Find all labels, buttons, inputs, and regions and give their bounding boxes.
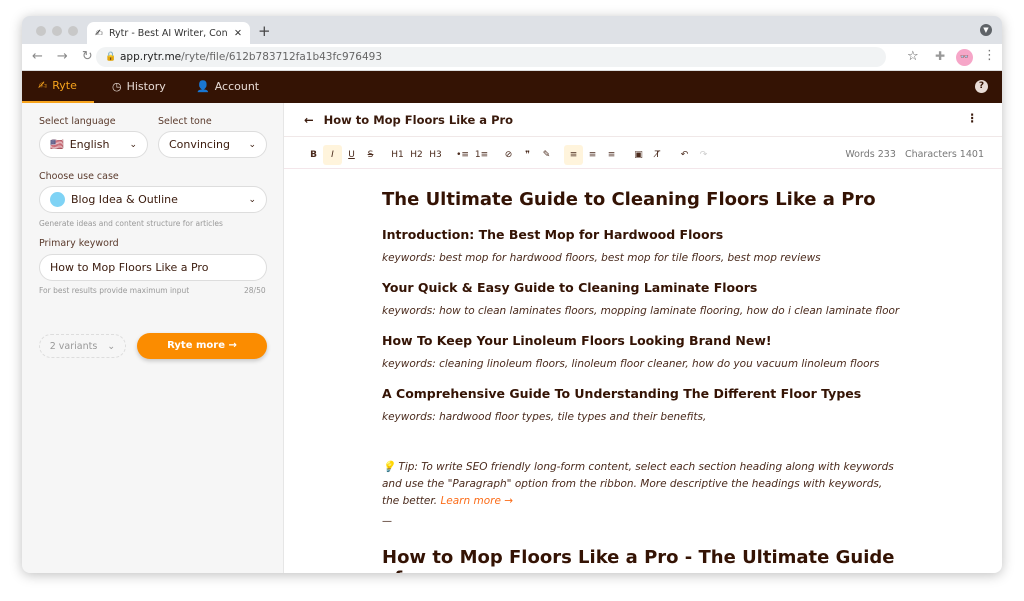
strikethrough-button[interactable]: S: [361, 145, 380, 165]
url-input[interactable]: 🔒 app.rytr.me/ryte/file/612b783712fa1b43f…: [96, 47, 886, 67]
tab-bar: ✍ Rytr - Best AI Writer, Content Generat…: [22, 16, 1002, 44]
nav-history[interactable]: ◷ History: [112, 71, 166, 103]
chevron-down-icon: ⌄: [129, 139, 137, 150]
next-heading: How to Mop Floors Like a Pro - The Ultim…: [382, 547, 895, 573]
editor: ← How to Mop Floors Like a Pro ⋮ B I U S…: [284, 103, 1002, 573]
section-keywords: keywords: how to clean laminates floors,…: [382, 305, 900, 317]
doc-title: The Ultimate Guide to Cleaning Floors Li…: [382, 189, 876, 210]
section-keywords: keywords: cleaning linoleum floors, lino…: [382, 358, 880, 370]
document-title: How to Mop Floors Like a Pro: [323, 112, 514, 127]
section-keywords: keywords: hardwood floor types, tile typ…: [382, 411, 707, 423]
redo-button[interactable]: ↷: [694, 145, 713, 165]
clear-format-button[interactable]: T̸: [648, 145, 667, 165]
document-body[interactable]: The Ultimate Guide to Cleaning Floors Li…: [382, 189, 902, 573]
ryte-more-button[interactable]: Ryte more →: [137, 333, 267, 359]
forward-icon[interactable]: →: [57, 49, 68, 64]
underline-button[interactable]: U: [342, 145, 361, 165]
profile-avatar[interactable]: 👓: [956, 49, 973, 66]
h2-button[interactable]: H2: [407, 145, 426, 165]
nav-account[interactable]: 👤 Account: [196, 71, 259, 103]
separator: —: [382, 516, 392, 527]
extensions-icon[interactable]: ✚: [935, 49, 945, 63]
address-bar: ← → ↻ 🔒 app.rytr.me/ryte/file/612b783712fa1…: [22, 44, 1002, 71]
blog-icon: [50, 192, 65, 207]
editor-header: ← How to Mop Floors Like a Pro ⋮: [284, 103, 1002, 137]
variants-select[interactable]: 2 variants ⌄: [39, 334, 126, 358]
section-heading: Your Quick & Easy Guide to Cleaning Lami…: [382, 280, 758, 295]
align-right-button[interactable]: ≡: [602, 145, 621, 165]
primary-keyword-input[interactable]: How to Mop Floors Like a Pro: [39, 254, 267, 281]
numbered-list-button[interactable]: 1≡: [472, 145, 491, 165]
user-icon: 👤: [196, 80, 210, 93]
more-options-icon[interactable]: ⋮: [967, 111, 979, 125]
word-count: Words 233 Characters 1401: [845, 149, 984, 160]
h1-button[interactable]: H1: [388, 145, 407, 165]
help-icon[interactable]: ?: [975, 80, 988, 93]
section-heading: How To Keep Your Linoleum Floors Looking…: [382, 333, 772, 348]
sidebar: Select language Select tone 🇺🇸 English ⌄ C…: [22, 103, 284, 573]
bold-button[interactable]: B: [304, 145, 323, 165]
image-button[interactable]: ▣: [629, 145, 648, 165]
section-heading: Introduction: The Best Mop for Hardwood …: [382, 227, 724, 242]
window-controls[interactable]: [36, 26, 78, 36]
writing-hand-icon: ✍: [95, 27, 103, 39]
align-center-button[interactable]: ≡: [583, 145, 602, 165]
history-icon: ◷: [112, 80, 122, 93]
quote-button[interactable]: ❞: [518, 145, 537, 165]
section-heading: A Comprehensive Guide To Understanding T…: [382, 386, 862, 401]
chevron-down-icon: ⌄: [107, 340, 116, 352]
back-arrow-icon[interactable]: ←: [304, 113, 314, 127]
language-select[interactable]: 🇺🇸 English ⌄: [39, 131, 148, 158]
h3-button[interactable]: H3: [426, 145, 445, 165]
section-keywords: keywords: best mop for hardwood floors, …: [382, 252, 821, 264]
highlight-button[interactable]: ✎: [537, 145, 556, 165]
lock-icon: 🔒: [105, 52, 117, 62]
link-button[interactable]: ⊘: [499, 145, 518, 165]
bullet-list-button[interactable]: •≡: [453, 145, 472, 165]
nav-ryte[interactable]: ✍ Ryte: [22, 71, 94, 103]
formatting-toolbar: B I U S H1 H2 H3 •≡ 1≡ ⊘ ❞ ✎ ≡ ≡ ≡ ▣ T̸ …: [284, 141, 1002, 169]
bookmark-star-icon[interactable]: ☆: [907, 49, 919, 64]
use-case-select[interactable]: Blog Idea & Outline ⌄: [39, 186, 267, 213]
italic-button[interactable]: I: [323, 144, 342, 165]
browser-menu-icon[interactable]: ⋮: [983, 48, 996, 63]
new-tab-button[interactable]: +: [258, 22, 271, 40]
browser-tab[interactable]: ✍ Rytr - Best AI Writer, Content Generat…: [87, 22, 250, 44]
tip-text: 💡 Tip: To write SEO friendly long-form c…: [382, 461, 894, 507]
learn-more-link[interactable]: Learn more →: [440, 495, 513, 507]
undo-button[interactable]: ↶: [675, 145, 694, 165]
close-tab-icon[interactable]: ✕: [234, 28, 242, 39]
browser-window: ✍ Rytr - Best AI Writer, Content Generat…: [22, 16, 1002, 573]
align-left-button[interactable]: ≡: [564, 144, 583, 165]
us-flag-icon: 🇺🇸: [50, 138, 64, 151]
tone-select[interactable]: Convincing ⌄: [158, 131, 267, 158]
chevron-down-icon: ⌄: [248, 139, 256, 150]
app-nav: ✍ Ryte ◷ History 👤 Account ?: [22, 71, 1002, 103]
back-icon[interactable]: ←: [32, 49, 43, 64]
reload-icon[interactable]: ↻: [82, 49, 93, 64]
writing-hand-icon: ✍: [38, 79, 48, 92]
tab-search-icon[interactable]: ▼: [980, 24, 992, 36]
chevron-down-icon: ⌄: [248, 194, 256, 205]
